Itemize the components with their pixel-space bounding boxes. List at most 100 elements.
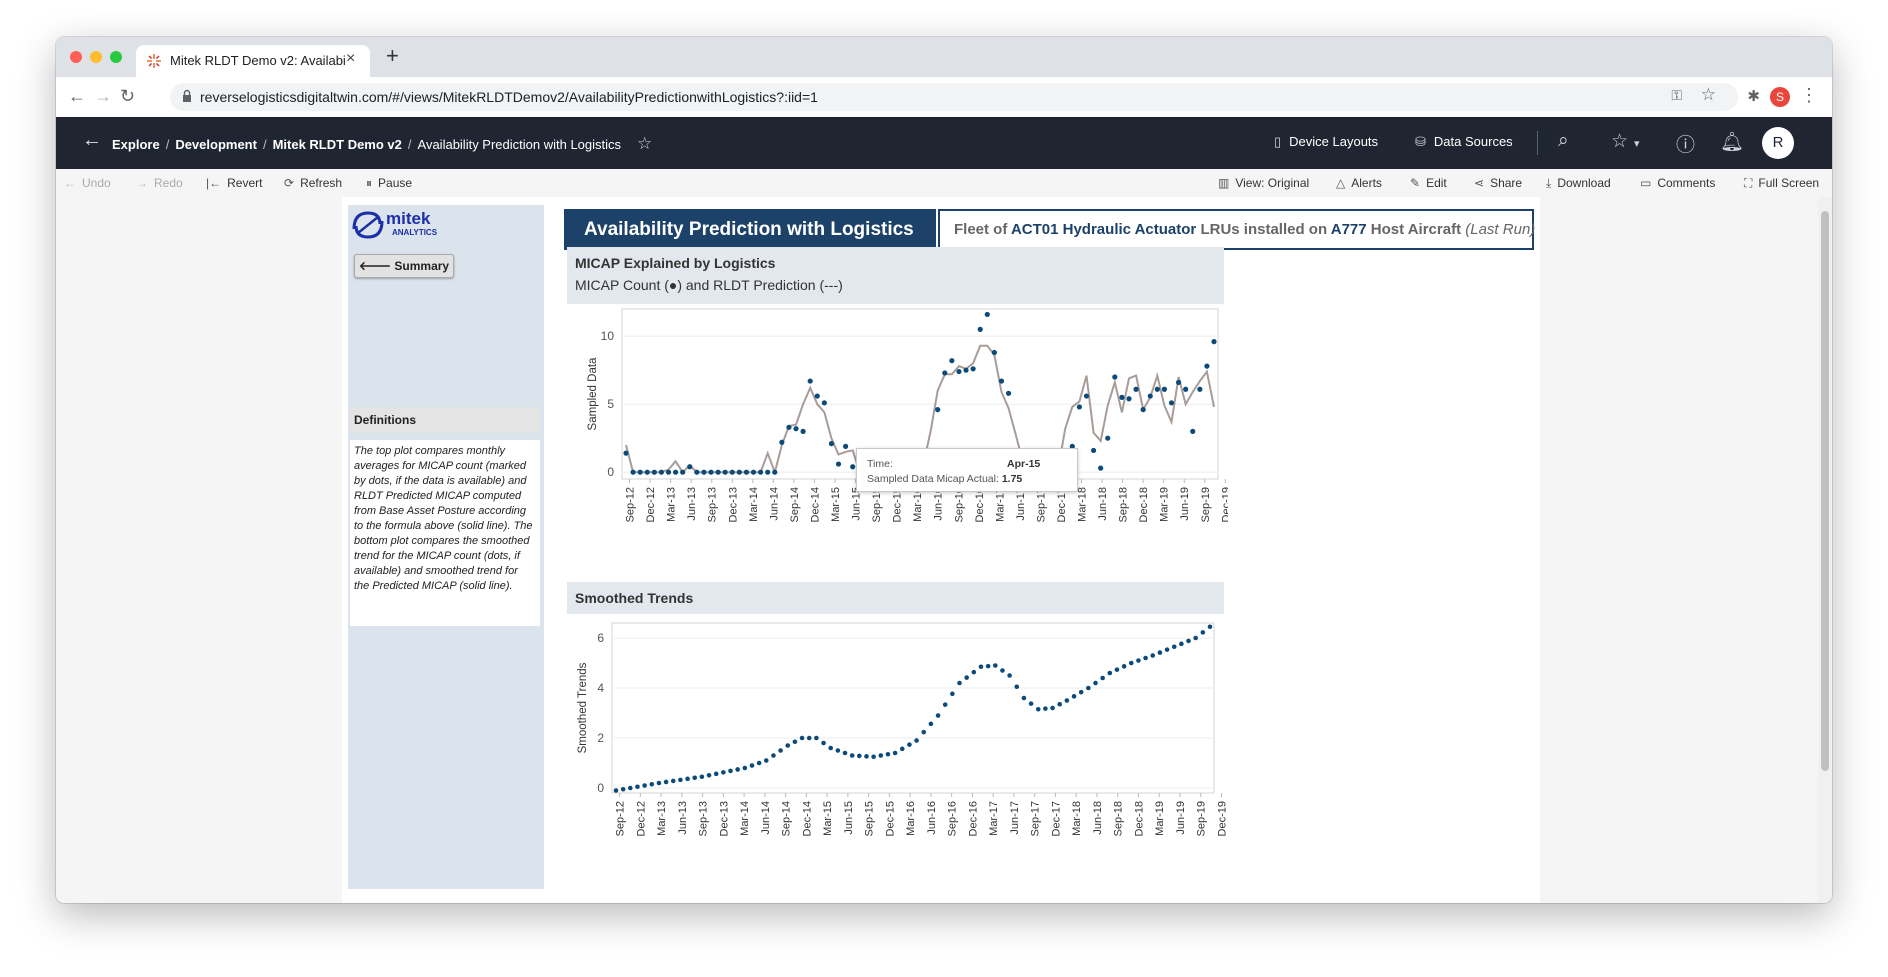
data-point (1107, 670, 1113, 676)
download-button[interactable]: ⤓ Download (1546, 176, 1611, 191)
notifications-bell-icon[interactable]: 🔔︎ (1720, 130, 1744, 154)
data-point (1200, 630, 1206, 635)
x-tick-label: Jun-16 (926, 801, 938, 835)
x-tick-label: Dec-15 (892, 487, 904, 522)
x-tick-label: Sep-14 (789, 487, 801, 522)
breadcrumb-development[interactable]: Development (175, 137, 257, 152)
data-point (785, 743, 791, 748)
data-point (1043, 706, 1048, 711)
data-point (1136, 658, 1141, 663)
vertical-scrollbar[interactable] (1818, 197, 1832, 903)
bookmark-star-icon[interactable]: ☆ (1701, 85, 1716, 105)
summary-button[interactable]: 🡐 Summary (354, 254, 454, 278)
x-tick-label: Jun-13 (686, 487, 698, 521)
data-point (1007, 673, 1012, 678)
x-tick-label: Jun-18 (1097, 487, 1109, 521)
favorite-star-icon[interactable]: ☆ (637, 134, 652, 153)
maximize-window-button[interactable] (110, 51, 122, 63)
x-tick-label: Jun-15 (851, 487, 863, 521)
refresh-button[interactable]: ⟳ Refresh (284, 176, 342, 190)
dashboard-title: Availability Prediction with Logistics (564, 209, 936, 250)
extensions-puzzle-icon[interactable]: ✱ (1747, 87, 1760, 105)
close-tab-icon[interactable]: × (346, 50, 355, 68)
data-point (800, 428, 806, 434)
key-icon[interactable]: ⚿ (1671, 87, 1682, 104)
chart-tooltip: Time: Apr-15 Sampled Data Micap Actual: … (856, 448, 1078, 492)
data-point (763, 758, 769, 763)
x-tick-label: Mar-17 (988, 801, 1000, 836)
tablet-icon: ▯ (1274, 134, 1282, 149)
device-layouts-button[interactable]: ▯ Device Layouts (1274, 134, 1378, 150)
data-point (765, 469, 771, 475)
data-point (1164, 647, 1170, 652)
data-point (678, 777, 683, 783)
data-point (1126, 396, 1132, 402)
micap-chart[interactable]: 0 5 10 Sampled Data Sep-12 Dec-12 Mar-13 Jun-13… (566, 305, 1228, 575)
breadcrumb: Explore / Development / Mitek RLDT Demo v2/A… (112, 134, 653, 153)
back-arrow-icon[interactable]: ← (82, 129, 102, 152)
reload-icon[interactable]: ↻ (120, 86, 135, 107)
minimize-window-button[interactable] (90, 51, 102, 63)
breadcrumb-explore[interactable]: Explore (112, 137, 160, 152)
search-icon[interactable]: ⌕ (1558, 130, 1569, 152)
scrollbar-thumb[interactable] (1821, 211, 1829, 771)
view-original-button[interactable]: ▥ View: Original (1218, 176, 1309, 190)
data-point (665, 469, 672, 475)
redo-button[interactable]: → Redo (136, 176, 183, 190)
data-point (806, 735, 812, 741)
full-screen-button[interactable]: ⛶ Full Screen (1744, 176, 1819, 191)
undo-button[interactable]: ← Undo (64, 176, 111, 190)
data-point (1147, 393, 1153, 399)
close-window-button[interactable] (70, 51, 82, 63)
data-point (828, 745, 833, 751)
browser-tab[interactable]: Mitek RLDT Demo v2: Availabili × (136, 45, 370, 77)
favorites-star-icon[interactable]: ☆ ▾ (1611, 130, 1640, 153)
comments-button[interactable]: ▭ Comments (1640, 176, 1715, 190)
help-icon[interactable]: ⓘ (1676, 130, 1695, 157)
x-tick-label: Mar-13 (656, 801, 668, 836)
tab-strip: Mitek RLDT Demo v2: Availabili × + (56, 37, 1832, 77)
data-point (630, 469, 636, 475)
view-toolbar: ← Undo → Redo |← Revert ⟳ Refresh ⏸︎ Pause ▥ V… (56, 169, 1832, 198)
back-arrow-icon[interactable]: ← (68, 86, 86, 107)
tooltip-measure: Sampled Data Micap Actual: 1.75 (867, 473, 1023, 485)
forward-arrow-icon[interactable]: → (94, 86, 112, 107)
data-point (1183, 386, 1189, 392)
data-point (971, 669, 977, 675)
y-tick-label: 10 (601, 329, 615, 343)
data-sources-button[interactable]: ⛁ Data Sources (1415, 134, 1513, 150)
plot-area (611, 622, 1215, 794)
data-point (1112, 374, 1118, 380)
data-point (722, 469, 728, 475)
browser-menu-icon[interactable]: ⋮ (1800, 85, 1818, 106)
user-avatar[interactable]: R (1762, 127, 1794, 159)
tooltip-time-label: Time: (867, 458, 893, 470)
omnibox[interactable]: reverselogisticsdigitaltwin.com/#/views/… (170, 83, 1738, 111)
data-point (935, 407, 941, 413)
data-point (1171, 644, 1177, 650)
data-point (1071, 694, 1077, 699)
refresh-icon: ⟳ (284, 176, 295, 190)
data-point (1204, 363, 1210, 369)
smoothed-trends-chart[interactable]: 0 2 4 6 Smoothed Trends Sep-12 Dec-12 Mar-13 Jun… (566, 615, 1228, 901)
x-tick-label: Sep-15 (871, 487, 883, 522)
data-point (1190, 428, 1196, 434)
breadcrumb-workbook[interactable]: Mitek RLDT Demo v2 (273, 137, 402, 152)
edit-button[interactable]: ✎ Edit (1410, 176, 1447, 190)
x-tick-label: Sep-16 (953, 487, 965, 522)
x-tick-label: Dec-16 (967, 801, 979, 836)
x-tick-label: Jun-15 (843, 801, 855, 835)
pause-button[interactable]: ⏸︎ Pause (366, 176, 412, 191)
data-point (942, 370, 948, 376)
share-button[interactable]: ⋖ Share (1474, 176, 1522, 190)
x-tick-label: Dec-19 (1216, 801, 1228, 836)
data-point (1133, 386, 1139, 392)
data-point (1121, 664, 1127, 669)
new-tab-button[interactable]: + (386, 43, 399, 69)
data-point (756, 760, 762, 766)
y-axis-label: Sampled Data (587, 357, 599, 430)
profile-avatar[interactable]: S (1770, 87, 1790, 107)
data-point (914, 738, 919, 743)
revert-button[interactable]: |← Revert (206, 176, 262, 190)
alerts-button[interactable]: △ Alerts (1336, 176, 1382, 190)
